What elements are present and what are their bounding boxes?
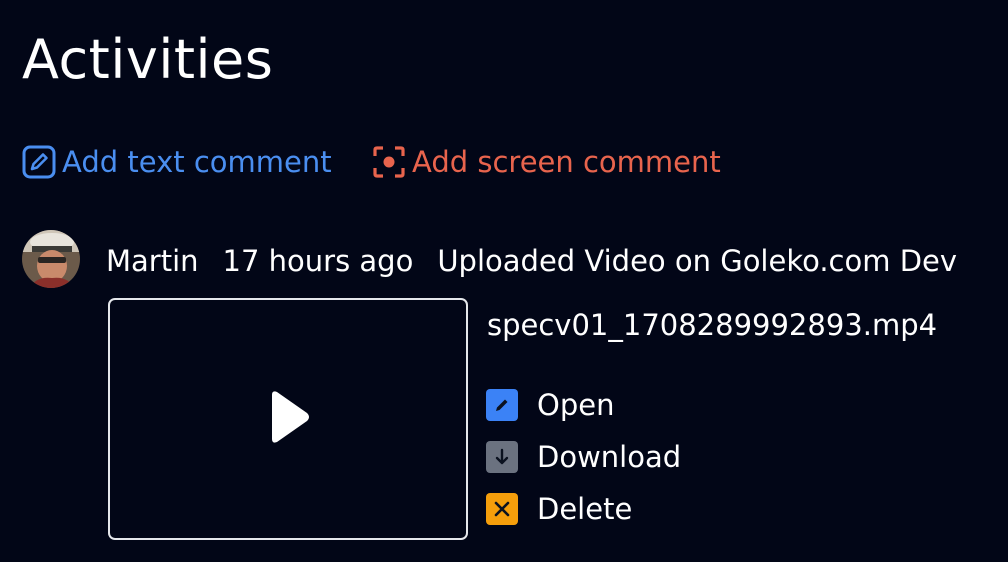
edit-icon <box>22 145 56 179</box>
page-title: Activities <box>22 28 274 91</box>
video-thumbnail[interactable] <box>108 298 468 540</box>
attachment-filename: specv01_1708289992893.mp4 <box>487 308 938 342</box>
play-icon <box>264 389 312 449</box>
add-text-comment-button[interactable]: Add text comment <box>22 143 332 181</box>
pencil-icon <box>486 389 518 421</box>
add-text-comment-label: Add text comment <box>62 145 332 179</box>
download-label: Download <box>537 440 682 474</box>
open-button[interactable]: Open <box>486 385 614 425</box>
add-screen-comment-label: Add screen comment <box>412 145 721 179</box>
download-button[interactable]: Download <box>486 437 681 477</box>
activities-panel: Activities Add text comment Add screen c… <box>0 0 1008 562</box>
activity-meta: Martin 17 hours ago Uploaded Video on Go… <box>106 240 957 282</box>
activity-description: Uploaded Video on Goleko.com Dev <box>437 244 958 278</box>
screen-capture-icon <box>372 145 406 179</box>
arrow-down-icon <box>486 441 518 473</box>
avatar[interactable] <box>22 230 80 288</box>
activity-time: 17 hours ago <box>222 244 414 278</box>
open-label: Open <box>537 388 615 422</box>
delete-label: Delete <box>537 492 633 526</box>
delete-button[interactable]: Delete <box>486 489 632 529</box>
activity-user[interactable]: Martin <box>106 244 199 278</box>
add-screen-comment-button[interactable]: Add screen comment <box>372 143 721 181</box>
x-icon <box>486 493 518 525</box>
